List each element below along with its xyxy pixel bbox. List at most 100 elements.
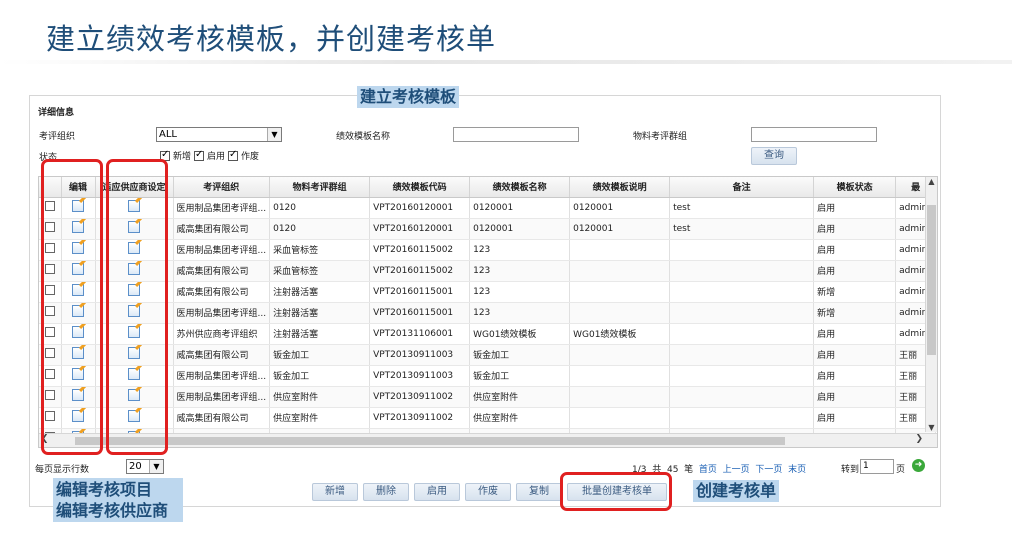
- material-group-cell: 注射器活塞: [269, 323, 371, 345]
- template-desc-cell: WG01绩效模板: [569, 323, 671, 345]
- template-name-cell: 供应室附件: [469, 407, 571, 429]
- edit-column-highlight: [41, 159, 103, 455]
- copy-button[interactable]: 复制: [516, 483, 562, 501]
- template-table: 编辑 适应供应商设定 考评组织 物料考评群组 绩效模板代码 绩效模板名称 绩效模…: [39, 177, 937, 447]
- remark-cell: [669, 344, 815, 366]
- org-select[interactable]: ALL ▼: [156, 127, 282, 142]
- table-row[interactable]: 威高集团有限公司 0120 VPT20160120001 0120001 0120001…: [39, 218, 937, 240]
- template-desc-cell: 0120001: [569, 218, 671, 240]
- add-button[interactable]: 新增: [312, 483, 358, 501]
- template-grid: 编辑 适应供应商设定 考评组织 物料考评群组 绩效模板代码 绩效模板名称 绩效模…: [38, 176, 938, 448]
- table-row[interactable]: 医用制品集团考评组... 钣金加工 VPT20130911003 钣金加工 启用 王丽: [39, 365, 937, 387]
- template-desc-cell: [569, 386, 671, 408]
- query-button[interactable]: 查询: [751, 147, 797, 165]
- template-name-cell: 123: [469, 281, 571, 303]
- table-row[interactable]: 医用制品集团考评组... 采血管标签 VPT20160115002 123 启用 admi…: [39, 239, 937, 261]
- org-cell: 医用制品集团考评组...: [173, 302, 271, 324]
- template-desc-cell: [569, 260, 671, 282]
- go-arrow-icon[interactable]: ➜: [912, 459, 925, 472]
- org-cell: 威高集团有限公司: [173, 344, 271, 366]
- first-page-link[interactable]: 首页: [699, 465, 717, 475]
- table-row[interactable]: 医用制品集团考评组... 注射器活塞 VPT20160115001 123 新增 admi…: [39, 302, 937, 324]
- last-page-link[interactable]: 末页: [788, 465, 806, 475]
- table-row[interactable]: 威高集团有限公司 采血管标签 VPT20160115002 123 启用 admin: [39, 260, 937, 282]
- status-cell: 启用: [813, 365, 897, 387]
- goto-page-input[interactable]: 1: [860, 459, 894, 474]
- status-enabled-checkbox[interactable]: [194, 149, 205, 161]
- chevron-down-icon: ▼: [267, 128, 281, 141]
- scroll-up-icon[interactable]: ▲: [926, 177, 937, 186]
- table-row[interactable]: 苏州供应商考评组织 注射器活塞 VPT20131106001 WG01绩效模板 WG01…: [39, 323, 937, 345]
- column-header-remark[interactable]: 备注: [669, 177, 815, 198]
- create-callout: 创建考核单: [693, 480, 780, 502]
- slide-title: 建立绩效考核模板，并创建考核单: [46, 22, 497, 56]
- scroll-right-icon[interactable]: ❯: [915, 434, 923, 444]
- material-group-cell: 钣金加工: [269, 365, 371, 387]
- status-enabled-label: 启用: [207, 152, 226, 162]
- status-cell: 启用: [813, 344, 897, 366]
- remark-cell: [669, 407, 815, 429]
- edit-callout: 编辑考核项目 编辑考核供应商: [53, 478, 183, 522]
- scroll-down-icon[interactable]: ▼: [926, 423, 937, 432]
- status-cell: 启用: [813, 218, 897, 240]
- goto-label: 转到: [841, 465, 860, 475]
- column-header-material-group[interactable]: 物料考评群组: [269, 177, 371, 198]
- next-page-link[interactable]: 下一页: [755, 465, 782, 475]
- column-header-status[interactable]: 模板状态: [813, 177, 897, 198]
- enable-button[interactable]: 启用: [414, 483, 460, 501]
- template-name-label: 绩效模板名称: [336, 132, 391, 142]
- status-new-label: 新增: [173, 152, 192, 162]
- column-header-template-code[interactable]: 绩效模板代码: [369, 177, 471, 198]
- status-void-checkbox[interactable]: [228, 149, 239, 161]
- column-header-template-name[interactable]: 绩效模板名称: [469, 177, 571, 198]
- table-row[interactable]: 医用制品集团考评组... 供应室附件 VPT20130911002 供应室附件 启用 王丽: [39, 386, 937, 408]
- template-name-cell: 钣金加工: [469, 344, 571, 366]
- table-row[interactable]: 威高集团有限公司 钣金加工 VPT20130911003 钣金加工 启用 王丽: [39, 344, 937, 366]
- material-group-cell: 采血管标签: [269, 239, 371, 261]
- rows-per-page-value: 20: [129, 461, 142, 472]
- template-desc-cell: [569, 365, 671, 387]
- template-name-cell: 钣金加工: [469, 365, 571, 387]
- horizontal-scrollbar[interactable]: ❮ ❯: [39, 433, 937, 447]
- table-row[interactable]: 医用制品集团考评组... 0120 VPT20160120001 0120001 012…: [39, 197, 937, 219]
- void-button[interactable]: 作废: [465, 483, 511, 501]
- org-cell: 威高集团有限公司: [173, 281, 271, 303]
- status-cell: 启用: [813, 260, 897, 282]
- column-header-org[interactable]: 考评组织: [173, 177, 271, 198]
- material-group-cell: 采血管标签: [269, 260, 371, 282]
- edit-items-callout: 编辑考核项目: [56, 480, 153, 499]
- template-name-cell: 123: [469, 302, 571, 324]
- section-label: 详细信息: [38, 108, 75, 118]
- vertical-scroll-thumb[interactable]: [927, 205, 936, 355]
- org-cell: 苏州供应商考评组织: [173, 323, 271, 345]
- table-row[interactable]: 威高集团有限公司 供应室附件 VPT20130911002 供应室附件 启用 王丽: [39, 407, 937, 429]
- chevron-down-icon: ▼: [149, 460, 163, 473]
- template-code-cell: VPT20160115002: [369, 260, 471, 282]
- column-header-template-desc[interactable]: 绩效模板说明: [569, 177, 671, 198]
- remark-cell: [669, 281, 815, 303]
- vertical-scrollbar[interactable]: ▲ ▼: [925, 177, 937, 432]
- prev-page-link[interactable]: 上一页: [723, 465, 750, 475]
- template-name-cell: 123: [469, 260, 571, 282]
- rows-per-page-select[interactable]: 20 ▼: [126, 459, 164, 474]
- material-group-cell: 注射器活塞: [269, 281, 371, 303]
- remark-cell: test: [669, 218, 815, 240]
- material-group-cell: 钣金加工: [269, 344, 371, 366]
- horizontal-scroll-thumb[interactable]: [75, 437, 785, 445]
- material-group-input[interactable]: [751, 127, 877, 142]
- material-group-label: 物料考评群组: [633, 132, 688, 142]
- template-name-cell: 供应室附件: [469, 386, 571, 408]
- material-group-cell: 0120: [269, 197, 371, 219]
- org-cell: 威高集团有限公司: [173, 407, 271, 429]
- org-cell: 医用制品集团考评组...: [173, 239, 271, 261]
- remark-cell: [669, 239, 815, 261]
- status-cell: 启用: [813, 407, 897, 429]
- template-name-input[interactable]: [453, 127, 579, 142]
- delete-button[interactable]: 删除: [363, 483, 409, 501]
- table-row[interactable]: 威高集团有限公司 注射器活塞 VPT20160115001 123 新增 admin: [39, 281, 937, 303]
- template-callout: 建立考核模板: [357, 86, 460, 108]
- template-name-cell: 0120001: [469, 197, 571, 219]
- status-cell: 启用: [813, 323, 897, 345]
- template-desc-cell: [569, 407, 671, 429]
- template-code-cell: VPT20160120001: [369, 197, 471, 219]
